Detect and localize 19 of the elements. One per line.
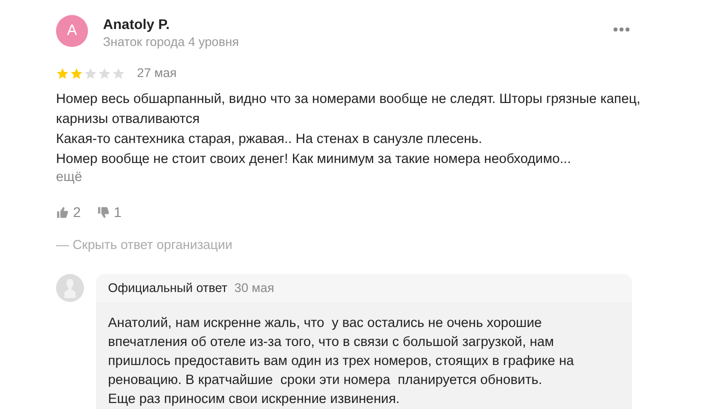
user-avatar-icon (56, 274, 84, 302)
thumbs-up-icon[interactable] (56, 206, 69, 219)
user-avatar: A (56, 15, 88, 47)
hide-reply-link[interactable]: — Скрыть ответ организации (56, 234, 232, 254)
more-link[interactable]: ещё (56, 168, 82, 185)
reply-title: Официальный ответ (108, 280, 228, 297)
review-text: Какая-то сантехника старая, ржавая.. На стенах в санузле плесень. (56, 130, 484, 148)
likes-count: 2 (73, 202, 81, 222)
review-date: 27 мая (137, 65, 177, 82)
author-level: Знаток города 4 уровня (103, 34, 239, 51)
reply-text: Еще раз приносим свои искренние извинения. (108, 390, 401, 408)
reply-text: Анатолий, нам искренне жаль, что у вас остались не очень хорошие впечатления об отеле из-за того, что в связи с большой загрузкой, нам пришлось предоставить вам один из трех номеров, стоящих в графике на реновацию. В кратчайшие сроки эти номера планируется обновить. (108, 314, 575, 390)
author-name[interactable]: Anatoly P. (103, 15, 239, 33)
review-text: Номер весь обшарпанный, видно что за номерами вообще не следят. Шторы грязные капец, карнизы отваливаются (56, 90, 642, 128)
review-text: Номер вообще не стоит своих денег! Как минимум за такие номера необходимо... (56, 150, 572, 168)
thumbs-down-icon[interactable] (96, 206, 110, 219)
reply-date: 30 мая (234, 280, 274, 297)
more-options-icon[interactable] (613, 27, 630, 32)
dislikes-count: 1 (114, 202, 122, 222)
